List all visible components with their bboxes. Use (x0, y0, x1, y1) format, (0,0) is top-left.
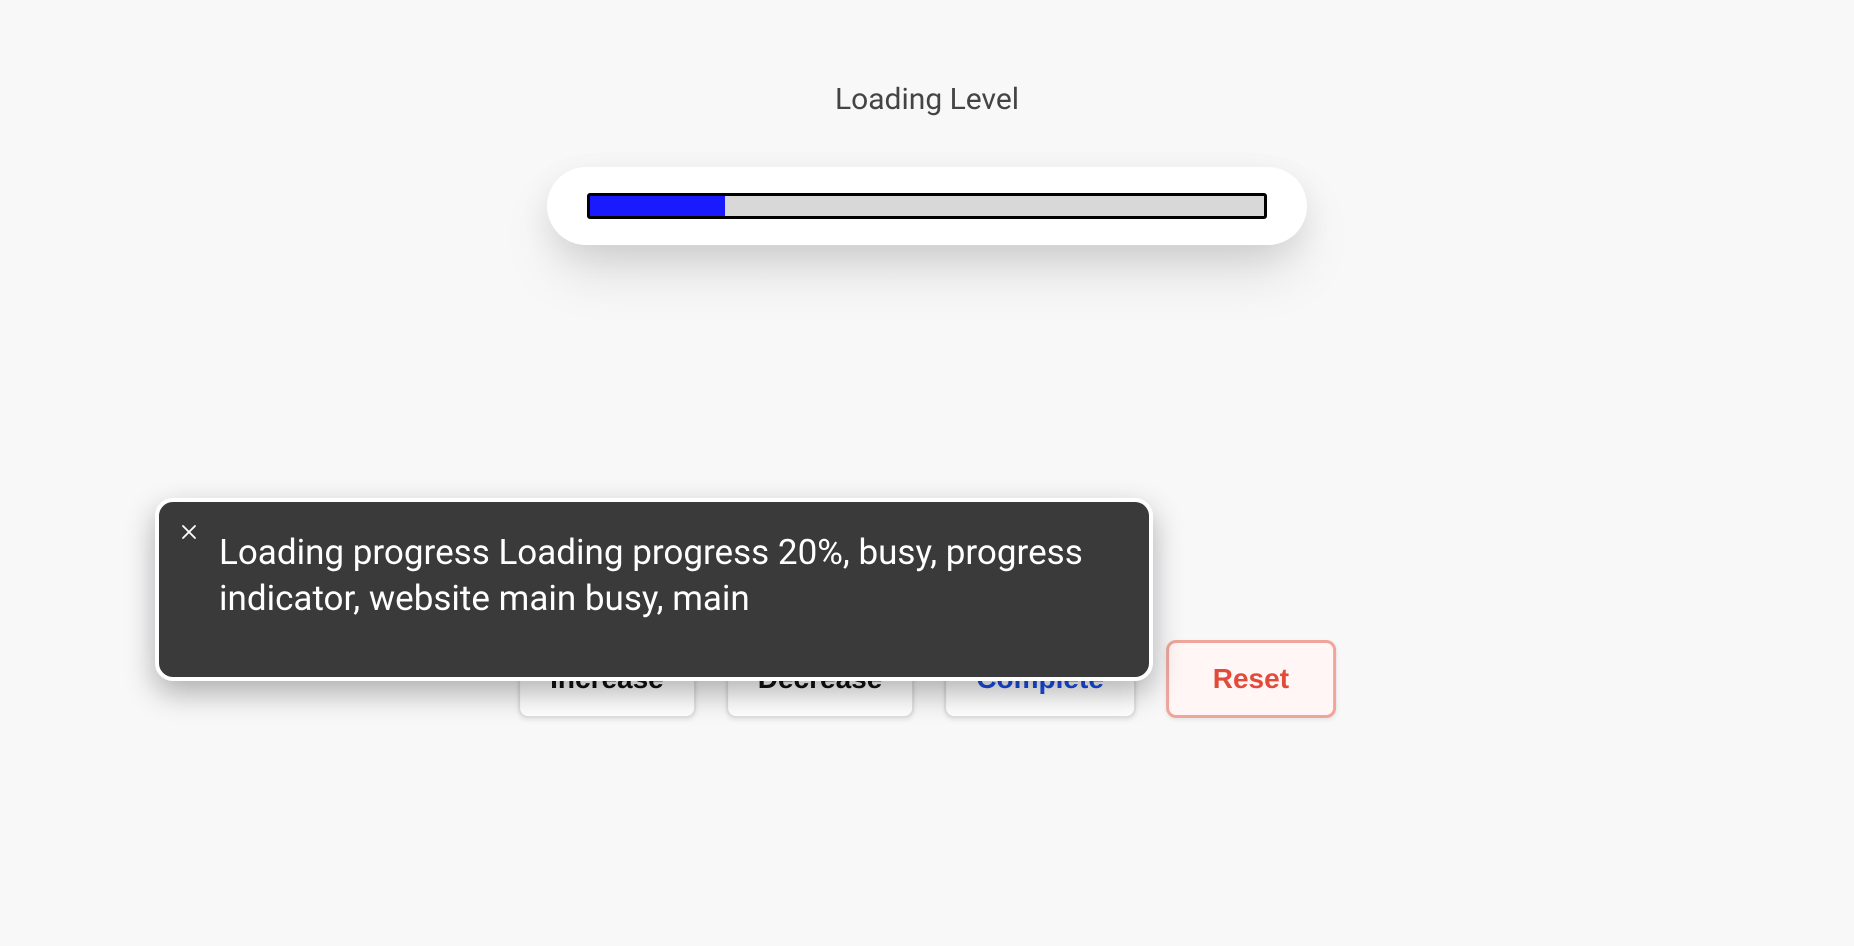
progress-bar[interactable] (587, 193, 1267, 219)
accessibility-tooltip: Loading progress Loading progress 20%, b… (155, 498, 1153, 681)
reset-button[interactable]: Reset (1166, 640, 1336, 718)
tooltip-text: Loading progress Loading progress 20%, b… (219, 530, 1109, 621)
page-title: Loading Level (0, 0, 1854, 117)
close-icon[interactable] (177, 520, 201, 544)
progress-card (547, 167, 1307, 245)
progress-fill (590, 196, 725, 216)
